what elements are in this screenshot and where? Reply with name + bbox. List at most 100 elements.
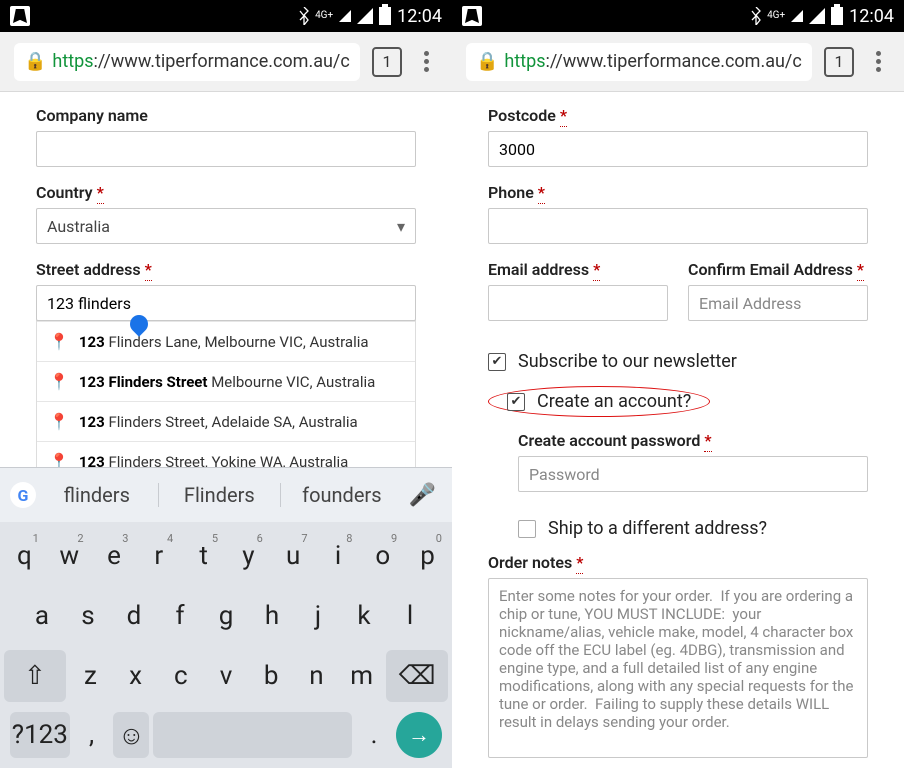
emoji-key[interactable]: ☺ [113,712,149,758]
key-g[interactable]: g [205,590,247,642]
status-bar: 4G+ 12:04 [452,0,904,32]
key-n[interactable]: n [296,650,337,702]
pin-icon: 📍 [49,332,69,351]
comma-key[interactable]: , [74,712,110,758]
suggestion[interactable]: 📍123 Flinders Lane, Melbourne VIC, Austr… [37,321,415,361]
label-postcode: Postcode * [488,106,868,125]
key-a[interactable]: a [21,590,63,642]
tab-count[interactable]: 1 [372,47,402,77]
signal-icon-1 [339,10,351,22]
key-r[interactable]: 4r [138,530,179,582]
signal-icon-2 [357,8,373,24]
enter-key[interactable]: → [396,712,442,758]
country-value: Australia [47,217,110,236]
order-notes-textarea[interactable] [488,578,868,758]
create-account-label[interactable]: Create an account? [537,391,691,412]
shift-key[interactable]: ⇧ [4,650,66,702]
key-e[interactable]: 3e [94,530,135,582]
keyboard-suggestion-bar: G flinders Flinders founders 🎤 [0,468,452,522]
bluetooth-icon [751,7,761,25]
pin-icon: 📍 [49,372,69,391]
bluetooth-icon [299,7,309,25]
mic-icon[interactable]: 🎤 [403,483,442,508]
key-s[interactable]: s [67,590,109,642]
kb-suggestion[interactable]: founders [280,483,403,507]
overflow-menu[interactable] [414,51,438,72]
suggestion[interactable]: 📍123 Flinders Street, Adelaide SA, Austr… [37,401,415,441]
street-input[interactable] [36,285,416,321]
key-q[interactable]: 1q [4,530,45,582]
suggestion[interactable]: 📍123 Flinders Street Melbourne VIC, Aust… [37,361,415,401]
key-y[interactable]: 6y [228,530,269,582]
key-l[interactable]: l [389,590,431,642]
key-i[interactable]: 8i [318,530,359,582]
kb-suggestion[interactable]: Flinders [158,483,281,507]
gallery-icon [462,6,482,26]
url-bar[interactable]: 🔒 https://www.tiperformance.com.au/c [466,43,812,81]
url-rest: ://www.tiperformance.com.au/c [546,51,802,72]
symbols-key[interactable]: ?123 [10,712,70,758]
key-v[interactable]: v [205,650,246,702]
key-k[interactable]: k [343,590,385,642]
kb-suggestion[interactable]: flinders [36,483,158,507]
keyboard: G flinders Flinders founders 🎤 1q 2w 3e … [0,468,452,768]
google-icon[interactable]: G [10,482,36,508]
email-input[interactable] [488,285,668,321]
period-key[interactable]: . [356,712,392,758]
clock: 12:04 [397,6,442,27]
key-j[interactable]: j [297,590,339,642]
key-o[interactable]: 9o [362,530,403,582]
postcode-input[interactable] [488,131,868,167]
checkout-form-left: Company name Country * Australia ▾ Stree… [0,92,452,522]
confirm-email-input[interactable] [688,285,868,321]
key-c[interactable]: c [160,650,201,702]
clock: 12:04 [849,6,894,27]
lock-icon: 🔒 [476,51,498,72]
key-w[interactable]: 2w [49,530,90,582]
phone-input[interactable] [488,208,868,244]
label-country: Country * [36,183,416,202]
checkbox-checked-icon[interactable]: ✔ [488,353,506,371]
label-confirm-email: Confirm Email Address * [688,260,868,279]
key-f[interactable]: f [159,590,201,642]
checkbox-empty-icon[interactable] [518,520,536,538]
battery-icon [379,7,391,25]
chevron-down-icon: ▾ [397,217,405,236]
signal-icon-2 [809,8,825,24]
ship-different-row[interactable]: Ship to a different address? [488,518,868,539]
key-b[interactable]: b [251,650,292,702]
backspace-key[interactable]: ⌫ [386,650,448,702]
key-z[interactable]: z [70,650,111,702]
gallery-icon [10,6,30,26]
label-phone: Phone * [488,183,868,202]
key-m[interactable]: m [341,650,382,702]
newsletter-row[interactable]: ✔ Subscribe to our newsletter [488,351,868,372]
ship-different-label: Ship to a different address? [548,518,767,539]
label-order-notes: Order notes * [488,553,868,572]
browser-bar: 🔒 https://www.tiperformance.com.au/c 1 [452,32,904,92]
overflow-menu[interactable] [866,51,890,72]
password-input[interactable] [518,456,868,492]
url-https: https [52,51,93,72]
url-https: https [504,51,545,72]
network-icon: 4G+ [315,11,333,21]
phone-right: 4G+ 12:04 🔒 https://www.tiperformance.co… [452,0,904,768]
tab-count[interactable]: 1 [824,47,854,77]
label-street: Street address * [36,260,416,279]
newsletter-label: Subscribe to our newsletter [518,351,737,372]
network-icon: 4G+ [767,11,785,21]
key-d[interactable]: d [113,590,155,642]
space-key[interactable] [153,712,352,758]
label-company: Company name [36,106,416,125]
company-input[interactable] [36,131,416,167]
key-h[interactable]: h [251,590,293,642]
create-account-highlight: ✔ Create an account? [488,386,710,417]
pin-icon: 📍 [49,412,69,431]
key-u[interactable]: 7u [273,530,314,582]
key-p[interactable]: 0p [407,530,448,582]
country-select[interactable]: Australia ▾ [36,208,416,244]
url-bar[interactable]: 🔒 https://www.tiperformance.com.au/c [14,43,360,81]
key-x[interactable]: x [115,650,156,702]
key-t[interactable]: 5t [183,530,224,582]
checkbox-checked-icon[interactable]: ✔ [507,393,525,411]
